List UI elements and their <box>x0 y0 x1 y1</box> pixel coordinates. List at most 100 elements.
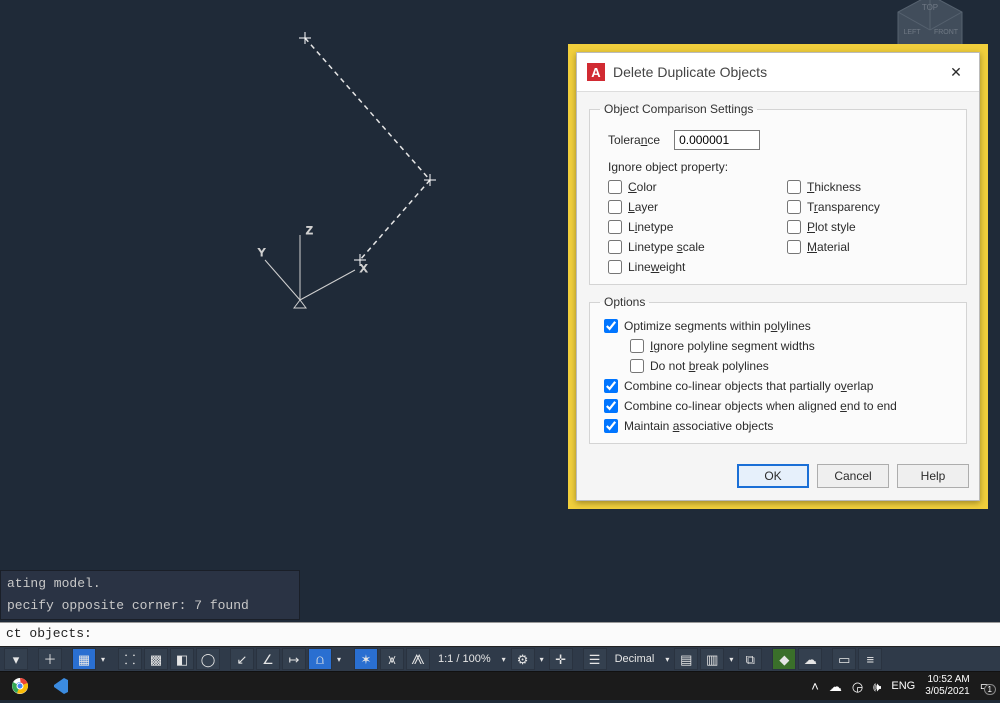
tray-chevron-up-icon[interactable]: ˄ <box>811 680 819 693</box>
object-comparison-group: Object Comparison Settings Tolerance Ign… <box>589 102 967 285</box>
ignore-linetype-checkbox[interactable] <box>608 220 622 234</box>
speaker-icon[interactable]: 🕪 <box>873 680 881 693</box>
ignore-material-checkbox[interactable] <box>787 240 801 254</box>
maintain-assoc-checkbox[interactable] <box>604 419 618 433</box>
panel2-icon[interactable]: ▥ <box>700 648 724 670</box>
dropdown-icon[interactable]: ▾ <box>726 648 736 670</box>
ignore-layer-checkbox[interactable] <box>608 200 622 214</box>
chevron-down-icon[interactable]: ▾ <box>4 648 28 670</box>
clock-time: 10:52 AM <box>925 674 970 686</box>
grid-icon[interactable]: ▩ <box>144 648 168 670</box>
cmd-history-line: ating model. <box>7 575 293 593</box>
wifi-icon[interactable]: ◶ <box>852 680 863 693</box>
dropdown-icon[interactable]: ▾ <box>334 648 344 670</box>
angle-icon[interactable]: ∠ <box>256 648 280 670</box>
autocad-logo-icon: A <box>587 63 605 81</box>
ok-button[interactable]: OK <box>737 464 809 488</box>
ortho-icon[interactable]: ◧ <box>170 648 194 670</box>
language-indicator[interactable]: ENG <box>891 680 915 692</box>
3dosnap-icon[interactable]: ⩍ <box>308 648 332 670</box>
grid-mode-icon[interactable]: ▦ <box>72 648 96 670</box>
ignore-transparency-checkbox[interactable] <box>787 200 801 214</box>
onedrive-icon[interactable]: ☁ <box>829 680 842 693</box>
dropdown-icon[interactable]: ▾ <box>499 648 509 670</box>
svg-text:X: X <box>360 263 368 275</box>
notification-count: 1 <box>984 684 996 695</box>
ignore-layer-label: Layer <box>628 200 658 214</box>
system-clock[interactable]: 10:52 AM 3/05/2021 <box>925 674 970 698</box>
status-toolbar: ▾ ＋ ▦ ▾ ⸬ ▩ ◧ ◯ ↙ ∠ ↦ ⩍ ▾ ✶ ⩙ ⨇ 1:1 / 10… <box>0 646 1000 672</box>
group-label: Object Comparison Settings <box>600 102 757 116</box>
ignore-seg-widths-label: Ignore polyline segment widths <box>650 339 815 353</box>
ignore-property-label: Ignore object property: <box>608 160 956 174</box>
combine-endtoend-label: Combine co-linear objects when aligned e… <box>624 399 897 413</box>
ignore-linetype-label: Linetype <box>628 220 673 234</box>
viewcube-top-label: TOP <box>922 3 938 12</box>
cloud-icon[interactable]: ☁ <box>798 648 822 670</box>
combine-endtoend-checkbox[interactable] <box>604 399 618 413</box>
tolerance-input[interactable] <box>674 130 760 150</box>
panel1-icon[interactable]: ▤ <box>674 648 698 670</box>
ignore-transparency-label: Transparency <box>807 200 880 214</box>
group-label: Options <box>600 295 649 309</box>
notification-icon[interactable]: ▭ 1 <box>980 679 992 693</box>
vscode-icon[interactable] <box>40 672 80 700</box>
command-input-text: ct objects: <box>6 626 92 641</box>
chrome-icon[interactable] <box>0 672 40 700</box>
clock-date: 3/05/2021 <box>925 686 970 698</box>
options-group: Options Optimize segments within polylin… <box>589 295 967 444</box>
dropdown-icon[interactable]: ▾ <box>537 648 547 670</box>
plus-icon[interactable]: ＋ <box>38 648 62 670</box>
no-break-polylines-checkbox[interactable] <box>630 359 644 373</box>
ignore-color-label: Color <box>628 180 657 194</box>
viewcube-front-label: FRONT <box>934 29 959 36</box>
ignore-lineweight-checkbox[interactable] <box>608 260 622 274</box>
units-label[interactable]: Decimal <box>609 653 661 665</box>
dropdown-icon[interactable]: ▾ <box>98 648 108 670</box>
snap-icon[interactable]: ⸬ <box>118 648 142 670</box>
osnap-icon[interactable]: ↙ <box>230 648 254 670</box>
polar-icon[interactable]: ◯ <box>196 648 220 670</box>
hw-accel-icon[interactable]: ◆ <box>772 648 796 670</box>
svg-text:Y: Y <box>258 247 266 259</box>
ignore-color-checkbox[interactable] <box>608 180 622 194</box>
qp-icon[interactable]: ⧉ <box>738 648 762 670</box>
iso-icon[interactable]: ▭ <box>832 648 856 670</box>
ignore-plotstyle-label: Plot style <box>807 220 856 234</box>
zoom-scale-label[interactable]: 1:1 / 100% <box>432 653 497 665</box>
ruler-icon[interactable]: ☰ <box>583 648 607 670</box>
ignore-ltscale-label: Linetype scale <box>628 240 705 254</box>
dropdown-icon[interactable]: ▾ <box>662 648 672 670</box>
dialog-highlight-wrap: A Delete Duplicate Objects ✕ Object Comp… <box>568 44 988 509</box>
combine-overlap-checkbox[interactable] <box>604 379 618 393</box>
lineweight-icon[interactable]: ⩙ <box>380 648 404 670</box>
crosshair-icon[interactable]: ✛ <box>549 648 573 670</box>
command-history: ating model. pecify opposite corner: 7 f… <box>0 570 300 620</box>
cancel-button[interactable]: Cancel <box>817 464 889 488</box>
command-input[interactable]: ct objects: <box>0 622 1000 646</box>
windows-taskbar: ˄ ☁ ◶ 🕪 ENG 10:52 AM 3/05/2021 ▭ 1 <box>0 672 1000 700</box>
help-button[interactable]: Help <box>897 464 969 488</box>
ignore-material-label: Material <box>807 240 850 254</box>
transparency-icon[interactable]: ⨇ <box>406 648 430 670</box>
ignore-lineweight-label: Lineweight <box>628 260 685 274</box>
dialog-titlebar[interactable]: A Delete Duplicate Objects ✕ <box>577 53 979 92</box>
ignore-plotstyle-checkbox[interactable] <box>787 220 801 234</box>
close-button[interactable]: ✕ <box>943 61 969 83</box>
optimize-segments-checkbox[interactable] <box>604 319 618 333</box>
menu-icon[interactable]: ≡ <box>858 648 882 670</box>
dyn-input-icon[interactable]: ✶ <box>354 648 378 670</box>
ignore-ltscale-checkbox[interactable] <box>608 240 622 254</box>
optimize-segments-label: Optimize segments within polylines <box>624 319 811 333</box>
track-icon[interactable]: ↦ <box>282 648 306 670</box>
dialog-title: Delete Duplicate Objects <box>613 64 767 80</box>
delete-duplicate-dialog: A Delete Duplicate Objects ✕ Object Comp… <box>576 52 980 501</box>
gear-icon[interactable]: ⚙ <box>511 648 535 670</box>
combine-overlap-label: Combine co-linear objects that partially… <box>624 379 873 393</box>
cmd-history-line: pecify opposite corner: 7 found <box>7 597 293 615</box>
ignore-seg-widths-checkbox[interactable] <box>630 339 644 353</box>
ignore-thickness-checkbox[interactable] <box>787 180 801 194</box>
ignore-thickness-label: Thickness <box>807 180 861 194</box>
viewcube-left-label: LEFT <box>903 29 921 36</box>
no-break-polylines-label: Do not break polylines <box>650 359 769 373</box>
